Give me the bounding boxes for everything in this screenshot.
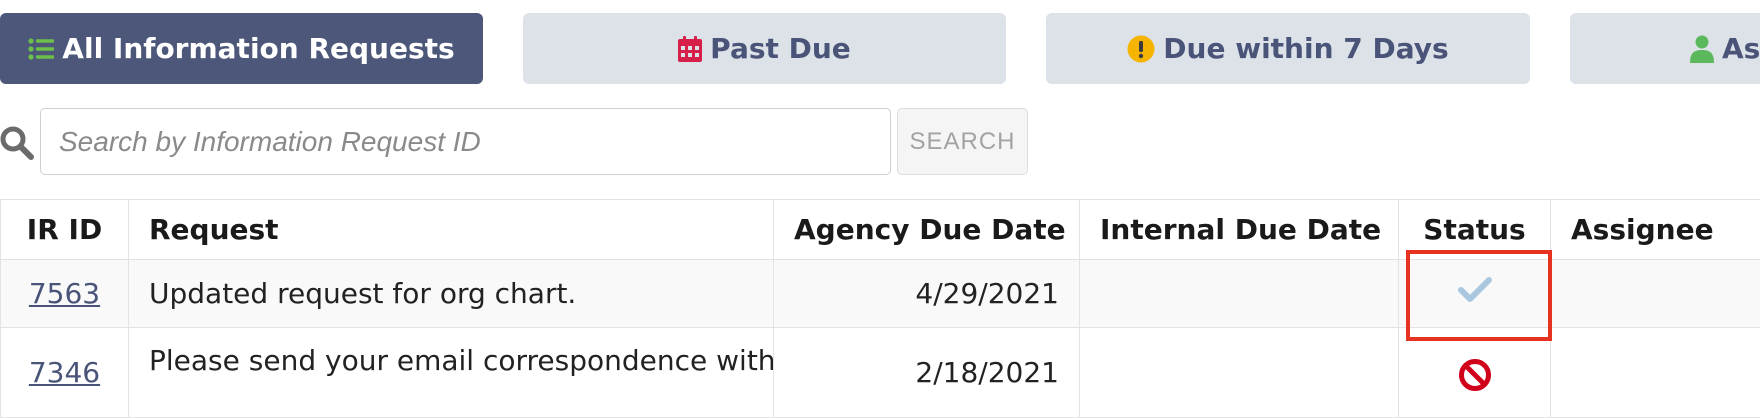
information-requests-table: IR ID Request Agency Due Date Internal D… (0, 199, 1760, 418)
tab-assigned[interactable]: As (1570, 13, 1760, 84)
table-row[interactable]: 7346 Please send your email corresponden… (1, 328, 1760, 418)
tab-label: Due within 7 Days (1163, 32, 1448, 65)
list-icon (28, 37, 54, 61)
search-button[interactable]: SEARCH (897, 108, 1028, 175)
tab-due-within-7-days[interactable]: Due within 7 Days (1046, 13, 1530, 84)
table-header-row: IR ID Request Agency Due Date Internal D… (1, 200, 1760, 260)
filter-tabs: All Information Requests Past Due (0, 13, 1760, 84)
column-header-internal-due-date[interactable]: Internal Due Date (1080, 200, 1399, 260)
prohibited-icon (1458, 366, 1492, 399)
search-input[interactable] (40, 108, 891, 175)
calendar-icon (678, 36, 702, 62)
column-header-agency-due-date[interactable]: Agency Due Date (774, 200, 1080, 260)
search-bar: SEARCH (0, 108, 1100, 175)
request-cell: Please send your email correspondence wi… (129, 328, 774, 418)
internal-due-date-cell (1080, 328, 1399, 418)
column-header-ir-id[interactable]: IR ID (1, 200, 129, 260)
status-cell (1399, 260, 1551, 328)
tab-past-due[interactable]: Past Due (523, 13, 1006, 84)
ir-id-cell: 7563 (1, 260, 129, 328)
column-header-status[interactable]: Status (1399, 200, 1551, 260)
check-icon (1458, 277, 1492, 310)
user-icon (1690, 35, 1714, 63)
ir-id-cell: 7346 (1, 328, 129, 418)
assignee-cell (1551, 260, 1760, 328)
request-cell: Updated request for org chart. (129, 260, 774, 328)
tab-all-information-requests[interactable]: All Information Requests (0, 13, 483, 84)
tab-label: As (1722, 32, 1760, 65)
internal-due-date-cell (1080, 260, 1399, 328)
status-cell (1399, 328, 1551, 418)
table-row[interactable]: 7563 Updated request for org chart. 4/29… (1, 260, 1760, 328)
tab-label: Past Due (710, 32, 851, 65)
exclamation-circle-icon (1127, 35, 1155, 63)
search-icon (0, 126, 34, 164)
ir-id-link[interactable]: 7346 (29, 356, 100, 389)
column-header-assignee[interactable]: Assignee (1551, 200, 1760, 260)
ir-id-link[interactable]: 7563 (29, 277, 100, 310)
tab-label: All Information Requests (62, 32, 454, 65)
agency-due-date-cell: 2/18/2021 (774, 328, 1080, 418)
assignee-cell (1551, 328, 1760, 418)
column-header-request[interactable]: Request (129, 200, 774, 260)
agency-due-date-cell: 4/29/2021 (774, 260, 1080, 328)
